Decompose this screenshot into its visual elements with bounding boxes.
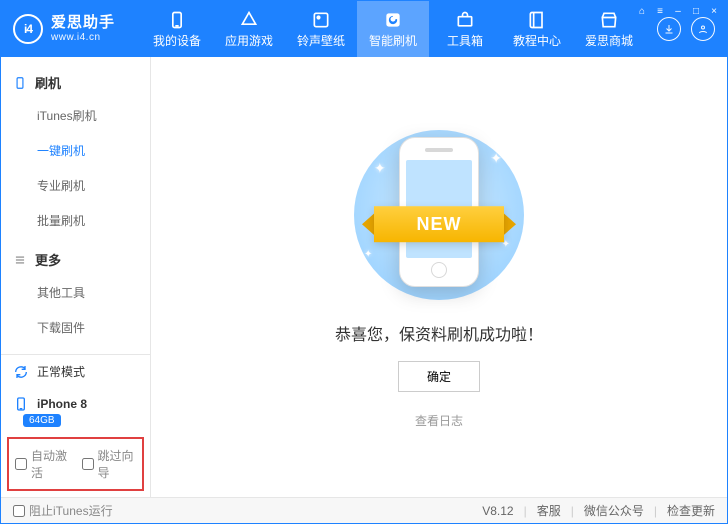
sidebar-bottom: 正常模式 iPhone 8 64GB 自动激活 跳过向导 xyxy=(1,354,150,497)
apps-icon xyxy=(239,10,259,30)
sidebar-item-onekey-flash[interactable]: 一键刷机 xyxy=(1,133,150,168)
checkbox[interactable] xyxy=(15,458,27,470)
flash-icon xyxy=(383,10,403,30)
tab-tutorial[interactable]: 教程中心 xyxy=(501,1,573,57)
body: 刷机 iTunes刷机 一键刷机 专业刷机 批量刷机 更多 其他工具 下载固件 … xyxy=(1,57,727,497)
separator: | xyxy=(654,504,657,518)
mode-row[interactable]: 正常模式 xyxy=(1,355,150,388)
tab-label: 工具箱 xyxy=(447,32,483,49)
tab-devices[interactable]: 我的设备 xyxy=(141,1,213,57)
view-log-link[interactable]: 查看日志 xyxy=(415,412,463,429)
app-window: ⌂ ≡ – □ × i4 爱思助手 www.i4.cn 我的设备 应用游戏 xyxy=(0,0,728,524)
device-phone-icon xyxy=(13,396,29,412)
success-message: 恭喜您，保资料刷机成功啦！ xyxy=(335,321,543,345)
tab-label: 爱思商城 xyxy=(585,32,633,49)
brand-text: 爱思助手 www.i4.cn xyxy=(51,15,115,43)
separator: | xyxy=(524,504,527,518)
version-label: V8.12 xyxy=(482,504,513,518)
brand-url: www.i4.cn xyxy=(51,32,115,43)
tab-label: 智能刷机 xyxy=(369,32,417,49)
main: ✦ ✦ ✦ ✦ NEW 恭喜您，保资料刷机成功啦！ 确定 查看日志 xyxy=(151,57,727,497)
sidebar-item-pro-flash[interactable]: 专业刷机 xyxy=(1,168,150,203)
header-actions xyxy=(657,17,727,41)
checkbox[interactable] xyxy=(82,458,94,470)
sidebar-group-label: 更多 xyxy=(35,250,61,269)
separator: | xyxy=(571,504,574,518)
check-block-itunes[interactable]: 阻止iTunes运行 xyxy=(13,502,113,519)
sidebar-item-download-firmware[interactable]: 下载固件 xyxy=(1,310,150,345)
device-row[interactable]: iPhone 8 xyxy=(1,388,150,412)
tab-label: 应用游戏 xyxy=(225,32,273,49)
tab-label: 铃声壁纸 xyxy=(297,32,345,49)
sidebar-checks-highlight: 自动激活 跳过向导 xyxy=(7,437,144,491)
check-update-link[interactable]: 检查更新 xyxy=(667,502,715,519)
sidebar-group-flash: 刷机 xyxy=(1,67,150,98)
win-min-icon[interactable]: – xyxy=(671,5,685,17)
header: ⌂ ≡ – □ × i4 爱思助手 www.i4.cn 我的设备 应用游戏 xyxy=(1,1,727,57)
tab-label: 教程中心 xyxy=(513,32,561,49)
checkbox-label: 阻止iTunes运行 xyxy=(29,502,113,519)
checkbox-label: 跳过向导 xyxy=(98,447,137,481)
download-button[interactable] xyxy=(657,17,681,41)
user-icon xyxy=(697,23,709,35)
mall-icon xyxy=(599,10,619,30)
sidebar-item-itunes-flash[interactable]: iTunes刷机 xyxy=(1,98,150,133)
tab-ringtone[interactable]: 铃声壁纸 xyxy=(285,1,357,57)
mode-label: 正常模式 xyxy=(37,363,85,380)
support-link[interactable]: 客服 xyxy=(537,502,561,519)
win-max-icon[interactable]: □ xyxy=(689,5,703,17)
device-icon xyxy=(167,10,187,30)
success-illustration: ✦ ✦ ✦ ✦ NEW xyxy=(329,125,549,305)
tab-flash[interactable]: 智能刷机 xyxy=(357,1,429,57)
tab-toolbox[interactable]: 工具箱 xyxy=(429,1,501,57)
sidebar: 刷机 iTunes刷机 一键刷机 专业刷机 批量刷机 更多 其他工具 下载固件 … xyxy=(1,57,151,497)
toolbox-icon xyxy=(455,10,475,30)
brand-logo-icon: i4 xyxy=(13,14,43,44)
sidebar-group-label: 刷机 xyxy=(35,73,61,92)
check-skip-guide[interactable]: 跳过向导 xyxy=(82,447,137,481)
tab-games[interactable]: 应用游戏 xyxy=(213,1,285,57)
tab-label: 我的设备 xyxy=(153,32,201,49)
win-cart-icon[interactable]: ⌂ xyxy=(635,5,649,17)
storage-badge: 64GB xyxy=(23,414,61,427)
refresh-icon xyxy=(13,364,29,380)
content: ✦ ✦ ✦ ✦ NEW 恭喜您，保资料刷机成功啦！ 确定 查看日志 xyxy=(151,57,727,497)
ribbon-text: NEW xyxy=(374,206,504,242)
phone-icon xyxy=(13,76,27,90)
sidebar-item-other-tools[interactable]: 其他工具 xyxy=(1,275,150,310)
new-ribbon: NEW xyxy=(364,198,514,254)
wechat-link[interactable]: 微信公众号 xyxy=(584,502,644,519)
sidebar-group-more: 更多 xyxy=(1,244,150,275)
download-icon xyxy=(663,23,675,35)
user-button[interactable] xyxy=(691,17,715,41)
brand: i4 爱思助手 www.i4.cn xyxy=(1,14,141,44)
brand-title: 爱思助手 xyxy=(51,15,115,32)
window-controls: ⌂ ≡ – □ × xyxy=(635,5,721,17)
checkbox-label: 自动激活 xyxy=(31,447,70,481)
status-bar: 阻止iTunes运行 V8.12 | 客服 | 微信公众号 | 检查更新 xyxy=(1,497,727,523)
checkbox[interactable] xyxy=(13,505,25,517)
sidebar-item-batch-flash[interactable]: 批量刷机 xyxy=(1,203,150,238)
wallpaper-icon xyxy=(311,10,331,30)
more-icon xyxy=(13,253,27,267)
ok-button[interactable]: 确定 xyxy=(398,361,480,392)
book-icon xyxy=(527,10,547,30)
sidebar-scroll: 刷机 iTunes刷机 一键刷机 专业刷机 批量刷机 更多 其他工具 下载固件 … xyxy=(1,57,150,354)
win-menu-icon[interactable]: ≡ xyxy=(653,5,667,17)
device-name: iPhone 8 xyxy=(37,397,87,411)
header-tabs: 我的设备 应用游戏 铃声壁纸 智能刷机 工具箱 教程中心 xyxy=(141,1,645,57)
win-close-icon[interactable]: × xyxy=(707,5,721,17)
sidebar-item-advanced[interactable]: 高级功能 xyxy=(1,345,150,354)
check-auto-activate[interactable]: 自动激活 xyxy=(15,447,70,481)
